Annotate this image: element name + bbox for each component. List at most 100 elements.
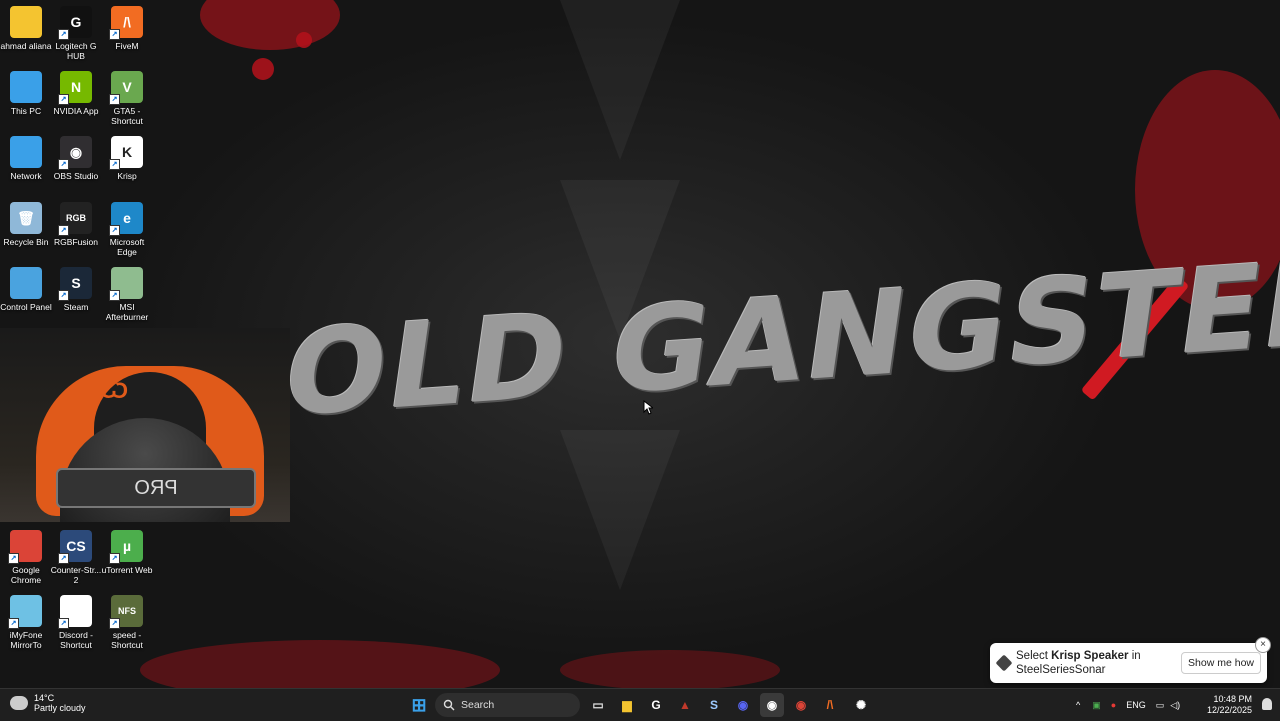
taskbar-search[interactable]: Search: [435, 693, 580, 717]
desktop-icon-label: Steam: [63, 302, 89, 312]
desktop-icon-label: iMyFone MirrorTo: [9, 630, 43, 650]
taskbar-app-steam-icon[interactable]: S: [702, 693, 726, 717]
start-button[interactable]: ⊞: [407, 693, 431, 717]
microphone-icon[interactable]: ●: [1111, 700, 1116, 710]
desktop-icon-label: FiveM: [115, 41, 139, 51]
show-me-how-button[interactable]: Show me how: [1181, 652, 1261, 674]
steelseries-icon: [995, 654, 1013, 672]
desktop-icon-label: uTorrent Web: [101, 565, 153, 575]
desktop-icon[interactable]: NFS ↗ speed - Shortcut: [101, 595, 153, 650]
counter-strike-icon: CS ↗: [58, 530, 92, 564]
taskbar-app-obs-icon[interactable]: ◉: [760, 693, 784, 717]
blood-splatter: [200, 0, 340, 50]
krisp-tray-icon[interactable]: ▣: [1092, 700, 1101, 711]
toast-prefix: Select: [1016, 650, 1052, 662]
shortcut-arrow-icon: ↗: [58, 618, 69, 629]
desktop-icon-label: Control Panel: [0, 302, 52, 312]
edge-icon: e ↗: [109, 202, 143, 236]
desktop-icon-label: MSI Afterburner: [105, 302, 149, 322]
desktop-icon[interactable]: K ↗ Krisp: [101, 136, 153, 181]
weather-text: 14°C Partly cloudy: [34, 693, 86, 713]
partly-cloudy-icon: [10, 696, 28, 710]
toast-line2: SteelSeriesSonar: [1016, 664, 1106, 676]
desktop-icon[interactable]: S ↗ Steam: [50, 267, 102, 312]
toast-suffix: in: [1128, 650, 1141, 662]
gta5-icon: V ↗: [109, 71, 143, 105]
desktop-icon-label: Logitech G HUB: [55, 41, 97, 61]
monitor-icon: [10, 71, 42, 103]
obs-icon: ◉ ↗: [58, 136, 92, 170]
wallpaper-chevron: [560, 430, 680, 590]
taskbar-app-logitech-icon[interactable]: G: [644, 693, 668, 717]
taskbar-app-chrome-icon[interactable]: ◉: [789, 693, 813, 717]
weather-temp: 14°C: [34, 693, 55, 703]
clock-time: 10:48 PM: [1213, 694, 1252, 704]
shortcut-arrow-icon: ↗: [58, 29, 69, 40]
nvidia-icon: N ↗: [58, 71, 92, 105]
search-icon: [443, 699, 455, 711]
network-icon[interactable]: ▭: [1156, 700, 1165, 711]
desktop-icon-label: ahmad aliana: [0, 41, 52, 51]
logitech-g-hub-icon: G ↗: [58, 6, 92, 40]
desktop-icon[interactable]: G ↗ Logitech G HUB: [50, 6, 102, 61]
blood-splatter: [252, 58, 274, 80]
headset-band: PRO: [56, 468, 256, 508]
close-icon[interactable]: ×: [1255, 637, 1271, 653]
desktop-icon[interactable]: This PC: [0, 71, 52, 116]
nfs-icon: NFS ↗: [109, 595, 143, 629]
taskbar-app-app-red-icon[interactable]: ▲: [673, 693, 697, 717]
taskbar-app-file-explorer-icon[interactable]: ▆: [615, 693, 639, 717]
desktop-icon[interactable]: Control Panel: [0, 267, 52, 312]
taskbar-app-steelseries-icon[interactable]: ✺: [849, 693, 873, 717]
shortcut-arrow-icon: ↗: [58, 225, 69, 236]
desktop-icon[interactable]: Network: [0, 136, 52, 181]
desktop-icon-label: Krisp: [117, 171, 137, 181]
clock-date: 12/22/2025: [1206, 705, 1252, 715]
shortcut-arrow-icon: ↗: [109, 553, 120, 564]
desktop-icon[interactable]: N ↗ NVIDIA App: [50, 71, 102, 116]
blank-file-icon: ↗: [58, 595, 92, 629]
language-indicator[interactable]: ENG: [1126, 700, 1146, 710]
msi-afterburner-icon: ↗: [109, 267, 143, 301]
desktop-icon[interactable]: ◉ ↗ OBS Studio: [50, 136, 102, 181]
volume-icon[interactable]: ◁): [1170, 700, 1180, 711]
weather-widget[interactable]: 14°C Partly cloudy: [10, 693, 86, 713]
shortcut-arrow-icon: ↗: [8, 618, 19, 629]
shortcut-arrow-icon: ↗: [109, 159, 120, 170]
taskbar-app-fivem-icon[interactable]: /\: [818, 693, 842, 717]
desktop-icon[interactable]: ↗ Discord - Shortcut: [50, 595, 102, 650]
desktop-icon-label: Counter-Str... 2: [50, 565, 102, 585]
desktop-icon[interactable]: µ ↗ uTorrent Web: [101, 530, 153, 575]
blood-splatter: [560, 650, 780, 688]
clock[interactable]: 10:48 PM 12/22/2025: [1207, 694, 1252, 716]
chair-logo: Ѡ: [99, 378, 129, 403]
shortcut-arrow-icon: ↗: [58, 553, 69, 564]
recycle-bin-icon: 🗑: [10, 202, 42, 234]
krisp-icon: K ↗: [109, 136, 143, 170]
desktop-icon[interactable]: ↗ Google Chrome: [0, 530, 52, 585]
desktop-icon[interactable]: ahmad aliana: [0, 6, 52, 51]
desktop-icon[interactable]: 🗑 Recycle Bin: [0, 202, 52, 247]
mouse-cursor-icon: [643, 400, 653, 415]
toast-message: Select Krisp Speaker in SteelSeriesSonar: [1016, 649, 1181, 677]
desktop-icon[interactable]: e ↗ Microsoft Edge: [101, 202, 153, 257]
wallpaper-title: OLD GANGSTER'S: [275, 222, 1280, 443]
desktop-icon[interactable]: RGB ↗ RGBFusion: [50, 202, 102, 247]
shortcut-arrow-icon: ↗: [58, 94, 69, 105]
krisp-notification: Select Krisp Speaker in SteelSeriesSonar…: [990, 637, 1271, 683]
notification-bell-icon[interactable]: [1262, 698, 1272, 710]
chevron-up-icon[interactable]: ^: [1076, 700, 1080, 710]
desktop-icon[interactable]: CS ↗ Counter-Str... 2: [50, 530, 102, 585]
fivem-icon: /\ ↗: [109, 6, 143, 40]
shortcut-arrow-icon: ↗: [58, 159, 69, 170]
shortcut-arrow-icon: ↗: [8, 553, 19, 564]
taskbar-app-discord-icon[interactable]: ◉: [731, 693, 755, 717]
weather-desc: Partly cloudy: [34, 703, 86, 713]
desktop-icon[interactable]: ↗ iMyFone MirrorTo: [0, 595, 52, 650]
desktop-icon-label: Network: [10, 171, 42, 181]
desktop-icon[interactable]: ↗ MSI Afterburner: [101, 267, 153, 322]
taskbar-app-task-view-icon[interactable]: ▭: [586, 693, 610, 717]
desktop-icon[interactable]: /\ ↗ FiveM: [101, 6, 153, 51]
desktop-icon-label: speed - Shortcut: [111, 630, 143, 650]
desktop-icon[interactable]: V ↗ GTA5 - Shortcut: [101, 71, 153, 126]
